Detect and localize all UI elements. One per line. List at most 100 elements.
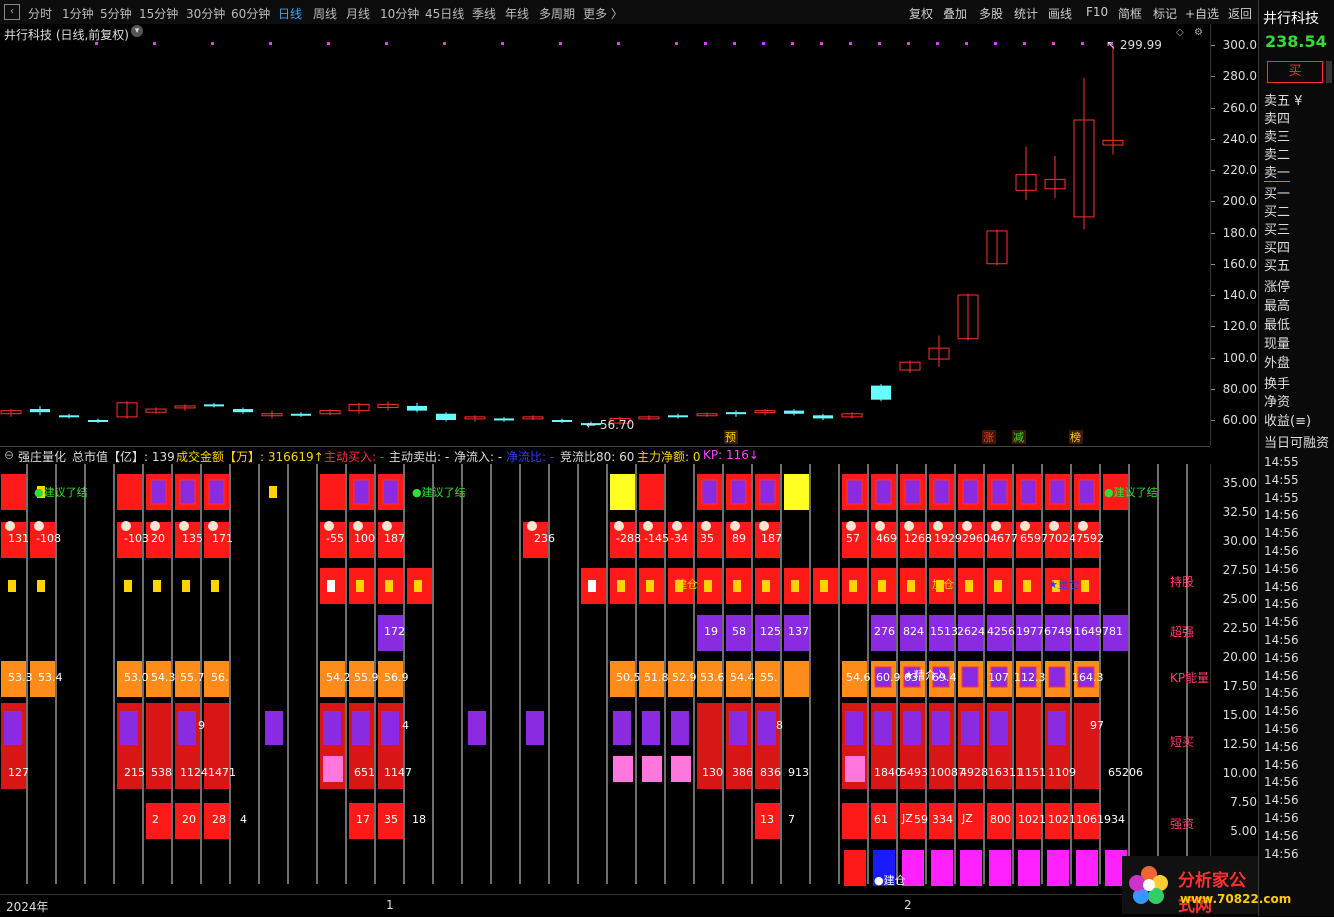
row-num: 2624 (957, 625, 985, 638)
price-tick: 140.0 (1222, 288, 1257, 302)
candlestick-chart[interactable]: 井行科技 (日线,前复权) ▾ ◇ ⚙ ↖ 299.99 ← 56.70 预涨减榜 (0, 24, 1210, 446)
avatar-icon (324, 521, 334, 531)
row-num: 7 (788, 813, 795, 826)
row0-boxed-inner (382, 479, 399, 505)
quote-row: 换手 (1264, 377, 1291, 392)
row-num: 824 (903, 625, 924, 638)
row-num: 56.9 (384, 671, 409, 684)
avatar-icon (614, 521, 624, 531)
avatar-icon (353, 521, 363, 531)
tick-mark (1211, 170, 1215, 171)
period-tab[interactable]: 10分钟 (380, 5, 419, 22)
row-num: 276 (874, 625, 895, 638)
row-num: 58 (732, 625, 746, 638)
period-tab[interactable]: 日线 (278, 5, 302, 22)
row-num: 53.6 (700, 671, 725, 684)
period-tab[interactable]: 分时 (28, 5, 52, 22)
avatar-icon (991, 521, 1001, 531)
quote-row: 当日可融资 (1264, 436, 1330, 451)
row4-purple-inner (1048, 666, 1066, 688)
period-toolbar: 分时 1分钟 5分钟 15分钟 30分钟 60分钟 日线 周线 月线 10分钟 45日线 季线 年线 多周… (0, 0, 1258, 25)
net-ratio: 净流比: - (506, 450, 555, 464)
row2-yellow (153, 580, 161, 592)
mkt-cap: 总市值【亿】: 139 (72, 450, 175, 464)
avatar-icon (527, 521, 537, 531)
row-num: 137 (788, 625, 809, 638)
period-tab[interactable]: 5分钟 (100, 5, 132, 22)
quote-sidebar: 井行科技 238.54 买 卖五 ¥ 卖四 卖三 卖二 卖一 买一 买二 买三 买四 买五 涨停 最高… (1258, 0, 1334, 916)
row-num: 55.9 (354, 671, 379, 684)
indicator-axis: 35.00 32.50 30.00 27.50 25.00 22.50 20.00 17.50… (1210, 464, 1261, 886)
toolbar-button[interactable]: 统计 (1014, 5, 1038, 22)
period-tab[interactable]: 45日线 (425, 5, 464, 22)
marker-3: 榜 (1070, 430, 1081, 444)
row-num: 4 (402, 719, 409, 732)
row0-red (117, 474, 142, 510)
period-tab[interactable]: 60分钟 (231, 5, 270, 22)
row-num: 18 (412, 813, 426, 826)
row0-yellow (610, 474, 635, 510)
quote-row: 买五 (1264, 259, 1291, 274)
row-num: 57 (846, 532, 860, 545)
row-num: 1109 (1048, 766, 1076, 779)
row5-purple-front (729, 711, 747, 745)
tick-time: 14:56 (1264, 597, 1299, 612)
period-tab[interactable]: 15分钟 (139, 5, 178, 22)
toolbar-button[interactable]: 标记 (1153, 5, 1177, 22)
pink-dot (95, 42, 98, 45)
indicator-panel[interactable]: ●建议了结 ●建议了结 ●建议了结 建仓 加仓 ★重仓 ★精介入 JZ JZ ●建仓 131 -108… (0, 464, 1210, 886)
quote-row: 买二 (1264, 205, 1291, 220)
price-tick: 160.0 (1222, 256, 1257, 271)
candle-body (494, 418, 514, 421)
toolbar-button[interactable]: F10 (1086, 5, 1108, 19)
tick-mark (1211, 263, 1215, 265)
tick-mark (1211, 295, 1215, 296)
row2-yellow (1023, 580, 1031, 592)
avatar-icon (1020, 521, 1030, 531)
candle-body (436, 413, 456, 420)
toolbar-button[interactable]: 简框 (1118, 5, 1142, 22)
pink-dot (762, 42, 765, 45)
row8-magenta (960, 850, 982, 886)
period-tab[interactable]: 1分钟 (62, 5, 94, 22)
toolbar-button[interactable]: +自选 (1185, 5, 1219, 22)
indicator-tick: 25.00 (1222, 592, 1257, 606)
tick-mark (1211, 76, 1215, 78)
indicator-tick: 10.00 (1222, 766, 1257, 780)
period-tab[interactable]: 年线 (505, 5, 529, 22)
collapse-panel-icon[interactable]: ‹ (4, 4, 20, 20)
row0-boxed-inner (701, 479, 718, 505)
row6-pink (323, 756, 343, 782)
row-num: 1021 (1018, 813, 1046, 826)
period-tab[interactable]: 更多 〉 (583, 5, 623, 22)
toolbar-button[interactable]: 叠加 (943, 5, 967, 22)
period-tab[interactable]: 30分钟 (186, 5, 225, 22)
pink-dot (733, 42, 736, 45)
row6-pink (671, 756, 691, 782)
jiacang: 加仓 (932, 577, 954, 591)
period-tab[interactable]: 多周期 (539, 5, 575, 22)
toolbar-button[interactable]: 多股 (979, 5, 1003, 22)
candle-body (813, 415, 833, 419)
row-num: 1147 (384, 766, 412, 779)
row-num: -288 (616, 532, 641, 545)
pink-dot (211, 42, 214, 45)
row-num: 54.6 (846, 671, 871, 684)
collapse-icon[interactable]: ⊖ (4, 448, 14, 462)
row-num: 54.3 (151, 671, 176, 684)
toolbar-button[interactable]: 复权 (909, 5, 933, 22)
toolbar-button[interactable]: 返回 (1228, 5, 1252, 22)
row8-red (844, 850, 866, 886)
period-tab[interactable]: 周线 (313, 5, 337, 22)
toolbar-button[interactable]: 画线 (1048, 5, 1072, 22)
buy-button[interactable]: 买 (1267, 61, 1323, 83)
pink-dot (878, 42, 881, 45)
jz-2: JZ (961, 812, 973, 825)
period-tab[interactable]: 季线 (472, 5, 496, 22)
tick-time: 14:56 (1264, 828, 1299, 843)
period-tab[interactable]: 月线 (346, 5, 370, 22)
row-num: 1471 (208, 766, 236, 779)
row5-red (1074, 703, 1099, 789)
price-tick: 220.0 (1222, 163, 1257, 177)
avatar-icon (730, 521, 740, 531)
